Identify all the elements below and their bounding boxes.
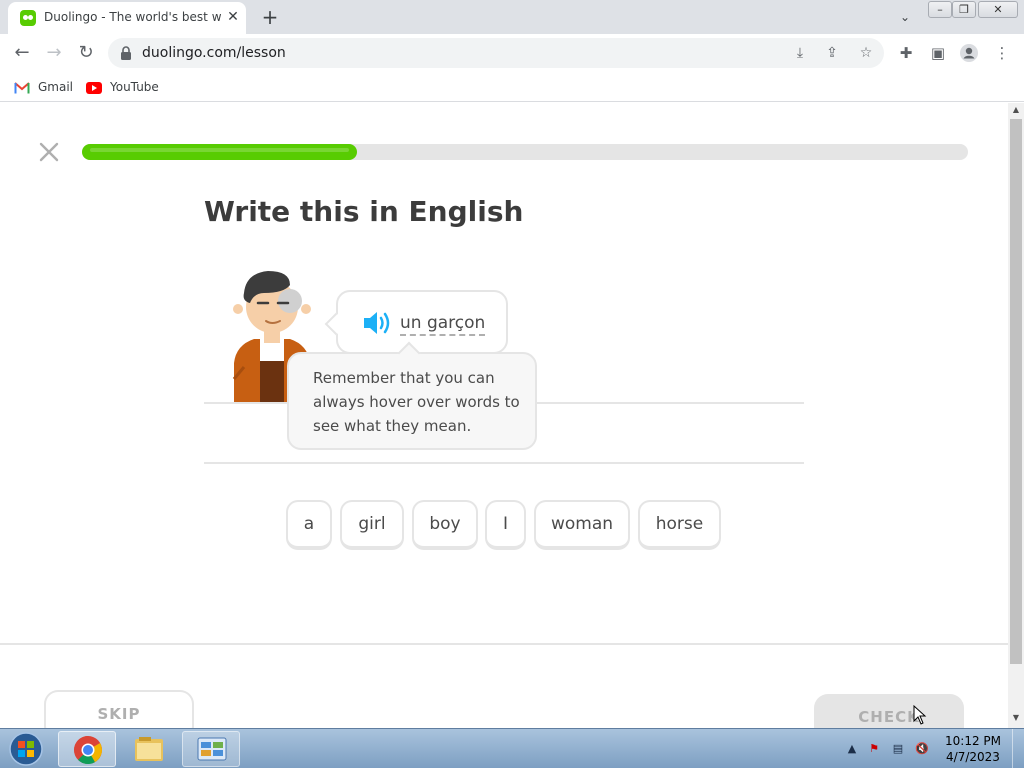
bookmark-label: Gmail	[38, 80, 74, 94]
bookmark-gmail[interactable]: Gmail	[14, 77, 73, 97]
footer-divider	[0, 643, 1008, 645]
scrollbar-thumb[interactable]	[1010, 119, 1022, 664]
browser-window: Duolingo - The world's best way to learn…	[0, 0, 1024, 728]
scroll-down-arrow-icon[interactable]: ▼	[1008, 713, 1024, 725]
progress-fill	[82, 144, 357, 160]
skip-button[interactable]: SKIP	[44, 690, 194, 728]
address-bar[interactable]: duolingo.com/lesson ⤓ ⇪ ☆	[108, 38, 884, 68]
clock-time: 10:12 PM	[945, 734, 1001, 748]
bookmark-star-icon[interactable]: ☆	[856, 43, 876, 63]
show-desktop-button[interactable]	[1012, 729, 1024, 769]
page-scrollbar[interactable]: ▲ ▼	[1008, 103, 1024, 728]
mouse-cursor-icon	[913, 705, 927, 725]
close-icon[interactable]: ✕	[224, 8, 242, 26]
word-tile-a[interactable]: a	[286, 500, 332, 550]
hover-hint-tooltip: Remember that you can always hover over …	[287, 341, 537, 450]
close-lesson-icon[interactable]	[36, 139, 62, 165]
taskbar-control-panel[interactable]	[182, 731, 240, 767]
browser-menu-icon[interactable]: ⋮	[992, 43, 1012, 63]
new-tab-button[interactable]: +	[258, 5, 282, 29]
speaker-icon[interactable]	[362, 310, 392, 336]
show-hidden-icons-icon[interactable]: ▲	[844, 741, 860, 757]
windows-start-icon[interactable]	[6, 731, 46, 767]
tab-title: Duolingo - The world's best way to learn	[44, 10, 222, 24]
word-tile-boy[interactable]: boy	[412, 500, 478, 550]
scroll-up-arrow-icon[interactable]: ▲	[1008, 105, 1024, 117]
tab-strip: Duolingo - The world's best way to learn…	[0, 0, 1024, 34]
windows-taskbar: ▲ ⚑ ▤ 🔇 10:12 PM 4/7/2023	[0, 728, 1024, 769]
lock-icon[interactable]	[120, 46, 132, 60]
tooltip-text: Remember that you can always hover over …	[313, 369, 520, 435]
share-icon[interactable]: ⇪	[822, 43, 842, 63]
speech-bubble-tail	[324, 312, 348, 336]
volume-muted-icon[interactable]: 🔇	[914, 741, 930, 757]
tab-search-chevron-icon[interactable]: ⌄	[894, 6, 916, 28]
restore-button[interactable]: ❐	[952, 1, 976, 18]
gmail-icon	[14, 81, 30, 93]
taskbar-clock[interactable]: 10:12 PM 4/7/2023	[940, 733, 1006, 765]
speech-bubble: un garçon	[324, 290, 508, 354]
action-center-flag-icon[interactable]: ⚑	[866, 741, 882, 757]
lesson-page: Write this in English un garçon Remember…	[0, 103, 1008, 728]
duolingo-favicon-icon	[20, 10, 36, 26]
word-tile-woman[interactable]: woman	[534, 500, 630, 550]
progress-shine	[90, 148, 349, 152]
install-app-icon[interactable]: ⤓	[790, 43, 810, 63]
folder-icon	[135, 737, 163, 761]
back-arrow-icon[interactable]: ←	[10, 41, 34, 65]
chrome-icon	[74, 736, 102, 765]
control-panel-icon	[197, 737, 227, 761]
window-close-button[interactable]: ✕	[978, 1, 1018, 18]
progress-bar	[82, 144, 968, 160]
answer-line	[204, 462, 804, 464]
word-tile-horse[interactable]: horse	[638, 500, 721, 550]
bookmark-label: YouTube	[110, 80, 159, 94]
taskbar-chrome[interactable]	[58, 731, 116, 767]
bookmarks-bar: Gmail YouTube	[0, 72, 1024, 102]
prompt-text[interactable]: un garçon	[400, 312, 486, 336]
url-text: duolingo.com/lesson	[142, 45, 286, 61]
profile-avatar-icon[interactable]	[959, 43, 979, 63]
browser-toolbar: ← → ↻ duolingo.com/lesson ⤓ ⇪ ☆ ✚ ▣ ⋮	[0, 34, 1024, 72]
forward-arrow-icon[interactable]: →	[42, 41, 66, 65]
tab-duolingo[interactable]: Duolingo - The world's best way to learn…	[8, 2, 246, 34]
clock-date: 4/7/2023	[946, 750, 1000, 764]
taskbar-file-explorer[interactable]	[120, 731, 178, 767]
youtube-icon	[86, 81, 102, 94]
reload-icon[interactable]: ↻	[74, 41, 98, 65]
minimize-button[interactable]: –	[928, 1, 952, 18]
side-panel-icon[interactable]: ▣	[928, 43, 948, 63]
extensions-puzzle-icon[interactable]: ✚	[896, 43, 916, 63]
word-tile-i[interactable]: I	[485, 500, 526, 550]
network-icon[interactable]: ▤	[890, 741, 906, 757]
check-button[interactable]: CHECK	[814, 694, 964, 728]
word-tile-girl[interactable]: girl	[340, 500, 404, 550]
bookmark-youtube[interactable]: YouTube	[86, 77, 159, 97]
challenge-heading: Write this in English	[204, 195, 524, 228]
